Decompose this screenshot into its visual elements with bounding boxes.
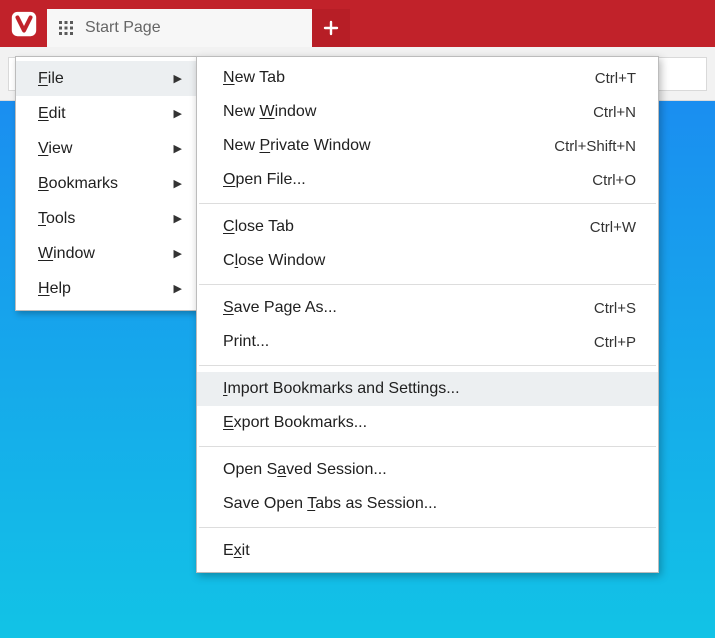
menu-item-label: New Window — [223, 103, 316, 121]
menu-item-label: Save Open Tabs as Session... — [223, 495, 437, 513]
menu-item-shortcut: Ctrl+T — [595, 70, 636, 87]
menu-item-label: File — [38, 70, 64, 88]
menu-item-label: New Tab — [223, 69, 285, 87]
menu-item-label: Open Saved Session... — [223, 461, 387, 479]
file-menu-item-print[interactable]: Print... Ctrl+P — [197, 325, 658, 359]
submenu-arrow-icon: ▶ — [174, 177, 182, 190]
submenu-arrow-icon: ▶ — [174, 142, 182, 155]
menu-item-label: Open File... — [223, 171, 306, 189]
submenu-arrow-icon: ▶ — [174, 212, 182, 225]
file-menu-item-open-saved-session[interactable]: Open Saved Session... — [197, 453, 658, 487]
menu-item-shortcut: Ctrl+O — [592, 172, 636, 189]
menu-item-label: Exit — [223, 542, 250, 560]
menu-item-label: Close Window — [223, 252, 325, 270]
file-menu-item-open-file[interactable]: Open File... Ctrl+O — [197, 163, 658, 197]
menu-item-shortcut: Ctrl+W — [590, 219, 636, 236]
menu-item-label: Edit — [38, 105, 66, 123]
file-menu-item-new-window[interactable]: New Window Ctrl+N — [197, 95, 658, 129]
main-menu-item-view[interactable]: View ▶ — [16, 131, 196, 166]
menu-item-label: Tools — [38, 210, 75, 228]
file-menu-item-new-tab[interactable]: New Tab Ctrl+T — [197, 61, 658, 95]
menu-item-shortcut: Ctrl+P — [594, 334, 636, 351]
vivaldi-logo[interactable] — [0, 0, 47, 47]
submenu-arrow-icon: ▶ — [174, 107, 182, 120]
menu-item-label: New Private Window — [223, 137, 371, 155]
file-menu-item-close-tab[interactable]: Close Tab Ctrl+W — [197, 210, 658, 244]
titlebar: Start Page — [0, 0, 715, 47]
main-menu-item-edit[interactable]: Edit ▶ — [16, 96, 196, 131]
main-menu-item-tools[interactable]: Tools ▶ — [16, 201, 196, 236]
menu-item-label: Import Bookmarks and Settings... — [223, 380, 460, 398]
menu-separator — [199, 365, 656, 366]
menu-item-shortcut: Ctrl+N — [593, 104, 636, 121]
menu-separator — [199, 446, 656, 447]
file-menu-item-new-private-window[interactable]: New Private Window Ctrl+Shift+N — [197, 129, 658, 163]
menu-item-label: Help — [38, 280, 71, 298]
menu-separator — [199, 203, 656, 204]
menu-item-label: Print... — [223, 333, 269, 351]
menu-item-label: View — [38, 140, 72, 158]
main-menu-item-help[interactable]: Help ▶ — [16, 271, 196, 306]
file-menu-item-save-page-as[interactable]: Save Page As... Ctrl+S — [197, 291, 658, 325]
file-menu-item-close-window[interactable]: Close Window — [197, 244, 658, 278]
tab-title: Start Page — [85, 19, 161, 37]
menu-item-label: Export Bookmarks... — [223, 414, 367, 432]
file-submenu: New Tab Ctrl+T New Window Ctrl+N New Private… — [196, 56, 659, 573]
menu-item-label: Close Tab — [223, 218, 294, 236]
file-menu-item-export-bookmarks[interactable]: Export Bookmarks... — [197, 406, 658, 440]
menu-item-label: Save Page As... — [223, 299, 337, 317]
main-menu-item-window[interactable]: Window ▶ — [16, 236, 196, 271]
file-menu-item-import-bookmarks-and-settings[interactable]: Import Bookmarks and Settings... — [197, 372, 658, 406]
menu-separator — [199, 527, 656, 528]
plus-icon — [323, 20, 339, 36]
main-menu-item-file[interactable]: File ▶ — [16, 61, 196, 96]
tab-start-page[interactable]: Start Page — [47, 9, 312, 47]
vivaldi-icon — [11, 11, 37, 37]
menu-item-shortcut: Ctrl+S — [594, 300, 636, 317]
speed-dial-icon — [59, 21, 73, 35]
main-menu-item-bookmarks[interactable]: Bookmarks ▶ — [16, 166, 196, 201]
file-menu-item-exit[interactable]: Exit — [197, 534, 658, 568]
file-menu-item-save-open-tabs-as-session[interactable]: Save Open Tabs as Session... — [197, 487, 658, 521]
menu-item-label: Bookmarks — [38, 175, 118, 193]
menu-separator — [199, 284, 656, 285]
submenu-arrow-icon: ▶ — [174, 282, 182, 295]
submenu-arrow-icon: ▶ — [174, 72, 182, 85]
new-tab-button[interactable] — [312, 9, 350, 47]
submenu-arrow-icon: ▶ — [174, 247, 182, 260]
main-menu: File▶Edit▶View▶Bookmarks▶Tools▶Window▶He… — [15, 56, 197, 311]
menu-item-label: Window — [38, 245, 95, 263]
menu-item-shortcut: Ctrl+Shift+N — [554, 138, 636, 155]
